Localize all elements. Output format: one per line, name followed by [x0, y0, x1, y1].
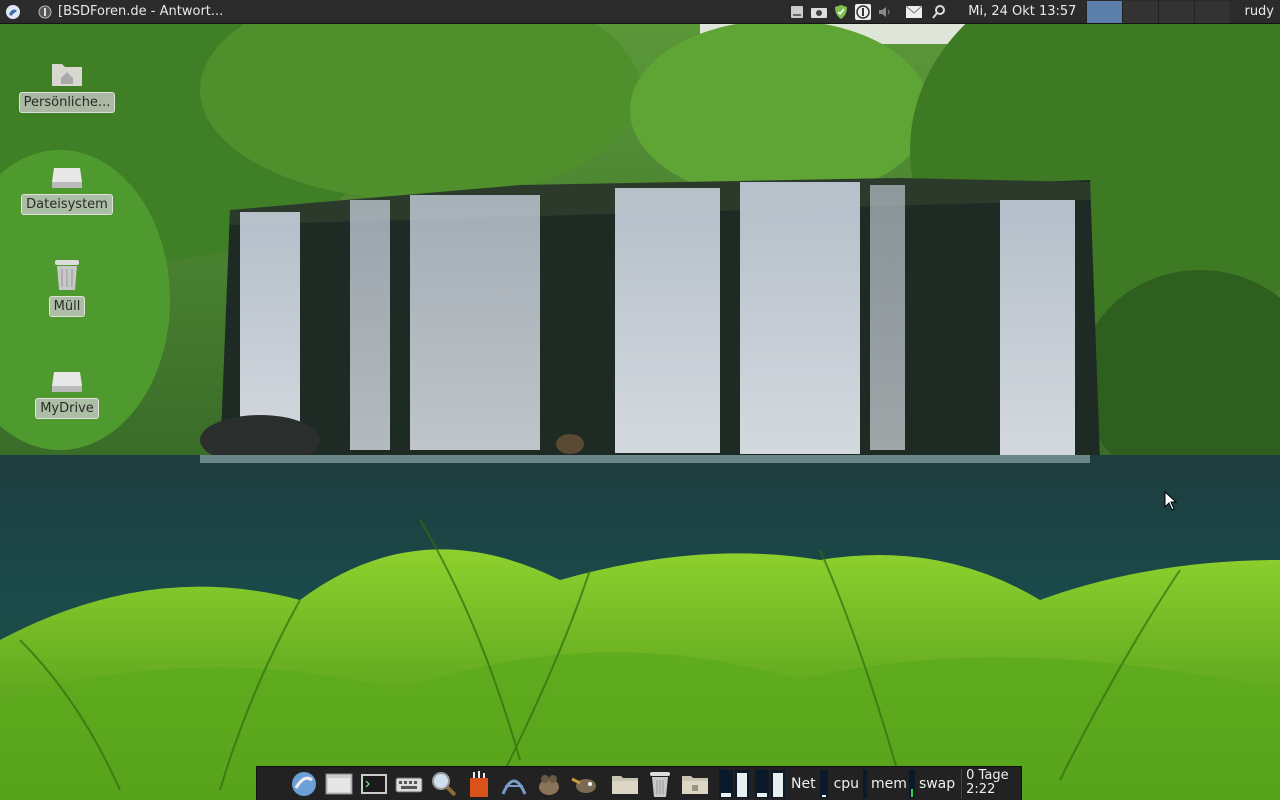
desktop-icon-label: Dateisystem	[21, 194, 113, 215]
uptime-days: 0 Tage	[966, 768, 1009, 783]
mem-label: mem	[871, 775, 907, 792]
folder-icon	[612, 775, 638, 794]
net-meter-out	[735, 769, 749, 798]
wilber-launcher[interactable]	[567, 769, 601, 799]
window-icon	[325, 773, 353, 794]
archive-folder-launcher[interactable]	[678, 769, 712, 799]
terminal-icon	[361, 773, 387, 794]
window-title: [BSDForen.de - Antwort...	[58, 4, 224, 19]
terminal-launcher[interactable]	[357, 769, 391, 799]
cpu-label: cpu	[833, 775, 860, 792]
trash-launcher[interactable]	[643, 769, 677, 799]
gimp-icon	[539, 774, 559, 795]
cpu-graph	[863, 769, 868, 798]
vector-launcher[interactable]	[497, 769, 531, 799]
clock[interactable]: Mi, 24 Okt 13:57	[950, 4, 1086, 19]
net-meter-graph	[755, 769, 769, 798]
net-meter-in	[719, 769, 733, 798]
uptime-display: 0 Tage 2:22	[961, 768, 1009, 799]
top-panel: [BSDForen.de - Antwort... Mi, 24 Okt 13:…	[0, 0, 1280, 24]
search-icon[interactable]	[929, 2, 949, 22]
swap-label: swap	[918, 775, 956, 792]
wilber-icon	[571, 777, 596, 793]
matchbox-launcher[interactable]	[462, 769, 496, 799]
trash-icon	[49, 258, 85, 292]
search-launcher[interactable]	[427, 769, 461, 799]
gimp-launcher[interactable]	[532, 769, 566, 799]
drive-icon	[49, 156, 85, 190]
volume-icon[interactable]	[875, 2, 895, 22]
net-label: Net	[791, 775, 816, 792]
desktop-wallpaper	[0, 0, 1280, 800]
app-menu-icon	[6, 4, 20, 19]
shield-icon[interactable]	[831, 2, 851, 22]
desktop-icon-mydrive[interactable]: MyDrive	[12, 360, 122, 419]
workspace-2[interactable]	[1122, 0, 1159, 23]
mail-icon[interactable]	[904, 2, 924, 22]
net-meter-graph-2	[771, 769, 785, 798]
keyboard-launcher[interactable]	[392, 769, 426, 799]
workspace-4[interactable]	[1194, 0, 1231, 23]
drive-icon	[49, 360, 85, 394]
keyboard-icon	[395, 777, 423, 792]
desktop-icon-filesystem[interactable]: Dateisystem	[12, 156, 122, 215]
drive-icon[interactable]	[787, 2, 807, 22]
dock: Net cpu mem swap 0 Tage 2:22	[256, 766, 1022, 800]
uptime-time: 2:22	[966, 781, 996, 797]
applications-menu-button[interactable]	[2, 1, 24, 23]
user-menu[interactable]: rudy	[1238, 4, 1280, 19]
mouse-cursor-icon	[1164, 491, 1178, 511]
desktop-icon-trash[interactable]: Müll	[12, 258, 122, 317]
trash-icon	[650, 771, 670, 797]
browser-window-icon	[38, 5, 52, 18]
scanner-icon[interactable]	[809, 2, 829, 22]
magnifier-icon	[432, 771, 457, 796]
browser-launcher[interactable]	[287, 769, 321, 799]
mem-meter	[908, 769, 915, 798]
desktop-icon-label: Müll	[48, 296, 86, 317]
window-launcher[interactable]	[322, 769, 356, 799]
onepassword-icon[interactable]	[853, 2, 873, 22]
taskbar-window-button[interactable]: [BSDForen.de - Antwort...	[32, 1, 229, 23]
archive-folder-icon	[682, 775, 708, 794]
desktop-icon-label: MyDrive	[35, 398, 99, 419]
workspace-3[interactable]	[1158, 0, 1195, 23]
matchbox-icon	[470, 770, 488, 797]
desktop-icon-home[interactable]: Persönliche...	[12, 54, 122, 113]
cpu-meter	[819, 769, 828, 798]
home-folder-icon	[49, 54, 85, 88]
workspace-1[interactable]	[1086, 0, 1123, 23]
desktop-icon-label: Persönliche...	[18, 92, 116, 113]
folder-launcher[interactable]	[608, 769, 642, 799]
vector-icon	[501, 779, 527, 795]
browser-icon	[292, 771, 316, 796]
workspace-pager	[1086, 0, 1231, 23]
